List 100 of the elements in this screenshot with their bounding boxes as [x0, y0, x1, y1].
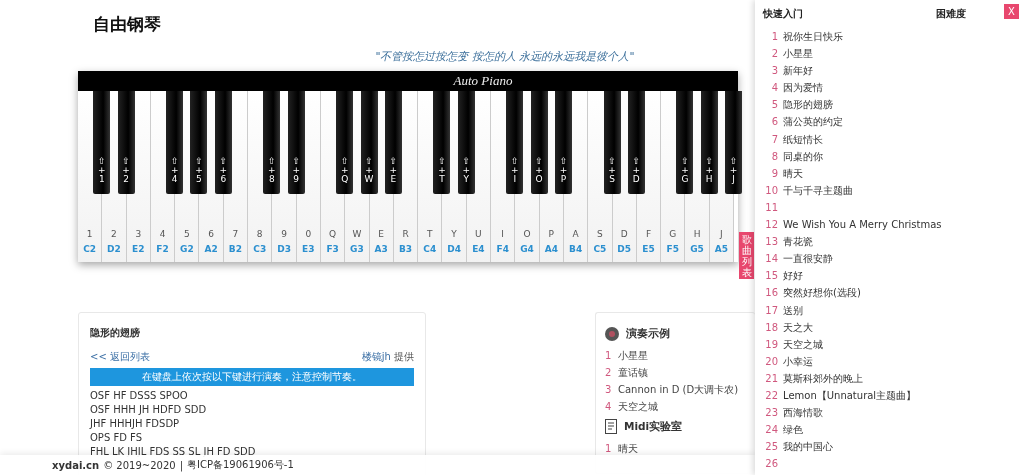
song-item[interactable]: 3 Cannon in D (D大调卡农) [605, 381, 755, 398]
key-label: ⇧ [292, 157, 300, 166]
key-label: + [608, 166, 616, 175]
song-item[interactable]: 15 好好 [763, 267, 1024, 285]
key-label: 8 [256, 229, 263, 239]
note-label: E2 [132, 244, 145, 254]
quote-text: "不管按怎过按怎变 按怎的人 永远的永远我是彼个人" [374, 49, 636, 65]
section-title: 演奏示例 [626, 327, 670, 341]
key-label: F [645, 229, 652, 239]
key-label: 4 [159, 229, 166, 239]
key-label: H [705, 175, 713, 184]
site-name: xydai.cn [52, 459, 100, 471]
key-sequence: JHF HHHJH FDSDP [90, 417, 181, 431]
note-label: C2 [83, 244, 97, 254]
song-item[interactable]: 4 天空之城 [605, 398, 755, 415]
close-button[interactable]: X [1004, 4, 1019, 19]
note-label: F3 [326, 244, 339, 254]
song-item[interactable]: 26 [763, 455, 1024, 473]
key-label: Q [341, 175, 349, 184]
key-label: 1 [86, 229, 93, 239]
song-item[interactable]: 10 千与千寻主题曲 [763, 181, 1024, 199]
key-label: D [632, 175, 640, 184]
key-label: S [597, 229, 603, 239]
key-label: I [513, 175, 517, 184]
key-label: P [548, 229, 554, 239]
key-label: ⇧ [98, 157, 106, 166]
note-label: B2 [228, 244, 242, 254]
song-item[interactable]: 19 天空之城 [763, 335, 1024, 353]
key-label: ⇧ [195, 157, 203, 166]
key-label: ⇧ [632, 157, 641, 166]
key-sequence: OPS FD FS [90, 431, 143, 445]
key-label: T [439, 175, 445, 184]
song-item[interactable]: 9 晴天 [763, 164, 1024, 182]
key-label: 5 [196, 175, 202, 184]
key-label: J [732, 175, 735, 184]
key-label: + [535, 166, 543, 175]
song-item[interactable]: 16 突然好想你(选段) [763, 284, 1024, 302]
key-label: ⇧ [122, 157, 130, 166]
song-item[interactable]: 11 [763, 198, 1024, 217]
song-item[interactable]: 1 祝你生日快乐 [763, 28, 1024, 46]
separator-text: | [179, 459, 183, 471]
key-label: + [632, 166, 641, 175]
song-item[interactable]: 17 送别 [763, 301, 1024, 319]
back-link[interactable]: << 返回列表 [90, 350, 150, 364]
key-label: + [462, 166, 470, 175]
song-item[interactable]: 22 Lemon【Unnatural主题曲】 [763, 386, 1024, 405]
song-item[interactable]: 4 因为爱情 [763, 79, 1024, 97]
key-label: E [378, 229, 385, 239]
key-label: R [402, 229, 409, 239]
song-item[interactable]: 18 天之大 [763, 318, 1024, 336]
song-item[interactable]: 7 纸短情长 [763, 130, 1024, 148]
song-item[interactable]: 1 晴天 [605, 440, 755, 457]
key-label: S [609, 175, 615, 184]
provider-link[interactable]: 楼镜jh [361, 351, 391, 362]
copyright-text: © 2019~2020 [103, 459, 176, 471]
icp-link[interactable]: 粤ICP备19061906号-1 [187, 458, 294, 472]
song-item[interactable]: 13 青花瓷 [763, 233, 1024, 251]
key-label: I [501, 229, 504, 239]
song-item[interactable]: 6 蒲公英的约定 [763, 113, 1024, 131]
song-item[interactable]: 8 同桌的你 [763, 147, 1024, 165]
key-label: + [268, 166, 276, 175]
key-label: 7 [232, 229, 239, 239]
song-item[interactable]: 2 小星星 [763, 45, 1024, 63]
key-label: + [705, 166, 713, 175]
key-label: 2 [111, 229, 117, 239]
key-sequence: FHL LK JHJL FDS SS SL JH FD SDD [90, 445, 257, 459]
note-label: D4 [447, 244, 461, 254]
song-item[interactable]: 20 小幸运 [763, 352, 1024, 370]
key-label: D [620, 229, 628, 239]
key-label: O [535, 175, 543, 184]
note-label: A4 [544, 244, 558, 254]
key-label: G [669, 229, 677, 239]
key-label: A [572, 229, 579, 239]
song-item[interactable]: 1 小星星 [605, 347, 755, 364]
note-label: E5 [642, 244, 655, 254]
key-label: ⇧ [608, 157, 616, 166]
song-item[interactable]: 23 西海情歌 [763, 404, 1024, 422]
song-item[interactable]: 25 我的中国心 [763, 438, 1024, 456]
key-label: + [170, 166, 179, 175]
key-label: 5 [183, 229, 190, 239]
note-label: D3 [277, 244, 291, 254]
note-label: F5 [666, 244, 679, 254]
note-label: G5 [690, 244, 704, 254]
key-label: + [729, 166, 738, 175]
song-item[interactable]: 3 新年好 [763, 62, 1024, 80]
key-label: + [98, 166, 106, 175]
song-list-tab[interactable]: 歌曲列表 [739, 232, 754, 279]
key-label: H [693, 229, 701, 239]
song-item[interactable]: 21 莫斯科郊外的晚上 [763, 369, 1024, 387]
song-item[interactable]: 2 童话镇 [605, 364, 755, 381]
song-item[interactable]: 5 隐形的翅膀 [763, 96, 1024, 114]
key-label: U [475, 229, 482, 239]
key-label: 4 [171, 175, 178, 184]
note-label: B4 [569, 244, 583, 254]
key-label: G [681, 175, 689, 184]
key-label: 1 [98, 175, 105, 184]
song-item[interactable]: 24 绿色 [763, 421, 1024, 439]
song-item[interactable]: 12 We Wish You A Merry Christmas [763, 216, 1024, 234]
key-label: + [389, 166, 398, 175]
song-item[interactable]: 14 一直很安静 [763, 250, 1024, 268]
